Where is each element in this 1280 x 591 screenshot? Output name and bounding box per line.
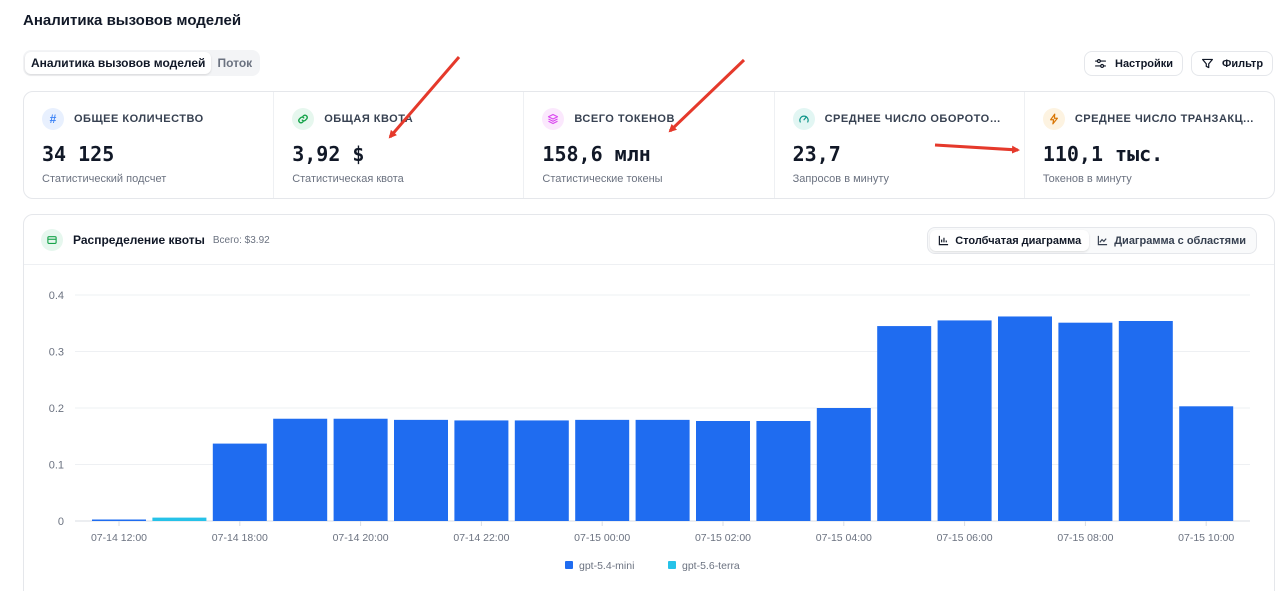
- stat-total-tokens: ВСЕГО ТОКЕНОВ 158,6 млн Статистические т…: [524, 92, 775, 198]
- stat-value: 23,7: [792, 142, 841, 166]
- bar-gpt-5.4-mini: [575, 419, 630, 521]
- y-tick-label: 0.4: [49, 290, 64, 302]
- sliders-icon: [1095, 58, 1106, 69]
- stats-panel: # ОБЩЕЕ КОЛИЧЕСТВО 34 125 Статистический…: [23, 91, 1275, 199]
- bar-gpt-5.4-mini: [1118, 320, 1173, 521]
- filter-button[interactable]: Фильтр: [1191, 51, 1274, 76]
- y-tick-label: 0.2: [49, 403, 64, 415]
- legend-label: gpt-5.4-mini: [579, 560, 634, 572]
- bar-gpt-5.4-mini: [333, 418, 388, 521]
- bar-gpt-5.4-mini: [1058, 322, 1113, 521]
- settings-button[interactable]: Настройки: [1084, 51, 1184, 76]
- bolt-icon: [1042, 108, 1065, 130]
- stat-sub: Статистическая квота: [292, 173, 404, 185]
- view-tabs: Аналитика вызовов моделей Поток: [23, 50, 261, 76]
- x-tick-label: 07-14 22:00: [453, 532, 509, 544]
- bar-gpt-5.4-mini: [756, 420, 811, 521]
- bar-gpt-5.6-terra: [152, 517, 207, 521]
- x-tick-label: 07-14 12:00: [91, 532, 147, 544]
- stat-label: ОБЩАЯ КВОТА: [324, 113, 414, 125]
- y-tick-label: 0: [58, 516, 64, 528]
- stat-label: СРЕДНЕЕ ЧИСЛО ТРАНЗАКЦ...: [1074, 113, 1254, 125]
- bar-gpt-5.4-mini: [1179, 406, 1234, 521]
- quota-distribution-card: Распределение квоты Всего: $3.92 Столбча…: [23, 214, 1275, 591]
- stat-sub: Статистические токены: [542, 173, 663, 185]
- quota-bar-chart: 0 0.1 0.2 0.3 0.4 07-14 12:00 07-14 18:00 07-14…: [49, 290, 1250, 572]
- bar-gpt-5.4-mini: [394, 419, 448, 521]
- stat-total-count: # ОБЩЕЕ КОЛИЧЕСТВО 34 125 Статистический…: [24, 92, 275, 198]
- bar-gpt-5.4-mini: [635, 419, 690, 521]
- stat-label: ВСЕГО ТОКЕНОВ: [574, 113, 675, 125]
- stat-total-quota: ОБЩАЯ КВОТА 3,92 $ Статистическая квота: [274, 92, 525, 198]
- x-tick-label: 07-15 04:00: [816, 532, 872, 544]
- bar-gpt-5.4-mini: [816, 408, 871, 521]
- settings-label: Настройки: [1115, 57, 1174, 70]
- x-tick-label: 07-15 08:00: [1057, 532, 1113, 544]
- bar-gpt-5.4-mini: [514, 420, 569, 521]
- legend-label: gpt-5.6-terra: [682, 560, 740, 572]
- bar-gpt-5.4-mini: [273, 418, 328, 521]
- x-tick-label: 07-15 10:00: [1178, 532, 1234, 544]
- stat-sub: Токенов в минуту: [1042, 173, 1132, 185]
- stat-avg-tpm: СРЕДНЕЕ ЧИСЛО ТРАНЗАКЦ... 110,1 тыс. Ток…: [1025, 92, 1274, 198]
- page-title: Аналитика вызовов моделей: [23, 12, 242, 29]
- stat-label: ОБЩЕЕ КОЛИЧЕСТВО: [74, 113, 204, 125]
- stat-avg-rpm: СРЕДНЕЕ ЧИСЛО ОБОРОТОВ ... 23,7 Запросов…: [775, 92, 1025, 198]
- x-tick-label: 07-15 02:00: [695, 532, 751, 544]
- stat-label: СРЕДНЕЕ ЧИСЛО ОБОРОТОВ ...: [824, 113, 1006, 125]
- legend-swatch: [565, 561, 573, 569]
- x-tick-label: 07-14 18:00: [212, 532, 268, 544]
- gauge-icon: [792, 108, 815, 130]
- stat-value: 3,92 $: [292, 142, 365, 166]
- hash-icon: #: [42, 108, 64, 130]
- stat-value: 34 125: [42, 142, 115, 166]
- y-tick-label: 0.3: [49, 347, 64, 359]
- bar-gpt-5.4-mini: [937, 320, 992, 521]
- stat-value: 158,6 млн: [542, 142, 651, 166]
- x-tick-label: 07-15 00:00: [574, 532, 630, 544]
- link-icon: [292, 108, 315, 130]
- bar-gpt-5.4-mini: [92, 519, 146, 521]
- x-tick-label: 07-15 06:00: [937, 532, 993, 544]
- layers-icon: [542, 108, 565, 130]
- stat-sub: Статистический подсчет: [42, 173, 167, 185]
- bar-gpt-5.4-mini: [454, 420, 509, 521]
- legend-swatch: [668, 561, 676, 569]
- tab-analytics[interactable]: Аналитика вызовов моделей: [25, 52, 212, 74]
- bar-gpt-5.4-mini: [696, 420, 750, 521]
- filter-icon: [1202, 58, 1213, 69]
- y-tick-label: 0.1: [49, 460, 64, 472]
- stat-sub: Запросов в минуту: [792, 173, 890, 185]
- stat-value: 110,1 тыс.: [1042, 142, 1164, 166]
- filter-label: Фильтр: [1222, 57, 1264, 70]
- tab-stream[interactable]: Поток: [211, 52, 258, 74]
- bar-gpt-5.4-mini: [212, 443, 267, 521]
- bar-gpt-5.4-mini: [877, 326, 932, 521]
- bar-gpt-5.4-mini: [998, 316, 1052, 521]
- x-tick-label: 07-14 20:00: [333, 532, 389, 544]
